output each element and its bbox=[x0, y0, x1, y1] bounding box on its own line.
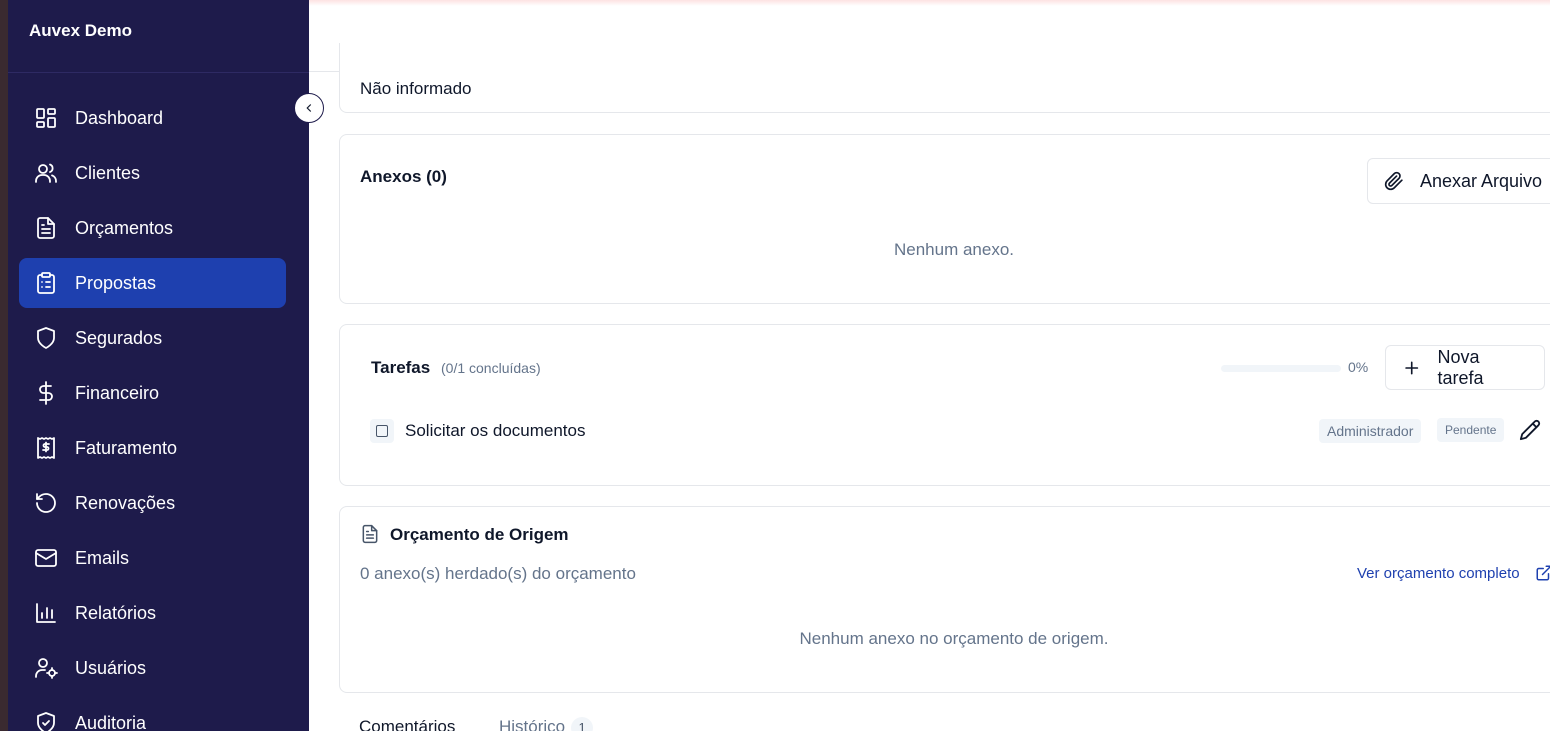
sidebar: Auvex Demo Dashboard Clientes Orçamentos… bbox=[0, 0, 309, 731]
sidebar-item-financeiro[interactable]: Financeiro bbox=[19, 368, 286, 418]
dollar-icon bbox=[34, 381, 58, 405]
sidebar-item-auditoria[interactable]: Auditoria bbox=[19, 698, 286, 731]
sidebar-item-relatorios[interactable]: Relatórios bbox=[19, 588, 286, 638]
sidebar-item-label: Clientes bbox=[75, 162, 141, 183]
new-task-button[interactable]: Nova tarefa bbox=[1385, 345, 1545, 390]
file-text-icon bbox=[360, 524, 380, 544]
sidebar-item-usuarios[interactable]: Usuários bbox=[19, 643, 286, 693]
origin-quote-title: Orçamento de Origem bbox=[390, 525, 569, 544]
shield-icon bbox=[34, 326, 58, 350]
sidebar-item-renovacoes[interactable]: Renovações bbox=[19, 478, 286, 528]
external-link-icon[interactable] bbox=[1535, 564, 1550, 582]
sidebar-item-label: Usuários bbox=[75, 657, 147, 678]
attach-file-label: Anexar Arquivo bbox=[1420, 170, 1543, 191]
sidebar-collapse-button[interactable] bbox=[294, 93, 324, 123]
rotate-ccw-icon bbox=[34, 491, 58, 515]
sidebar-item-orcamentos[interactable]: Orçamentos bbox=[19, 203, 286, 253]
paperclip-icon bbox=[1384, 171, 1403, 191]
tab-comentarios[interactable]: Comentários bbox=[359, 717, 455, 731]
sidebar-item-label: Renovações bbox=[75, 492, 176, 513]
users-icon bbox=[34, 161, 58, 185]
receipt-icon bbox=[34, 436, 58, 460]
dashboard-icon bbox=[34, 106, 58, 130]
sidebar-item-segurados[interactable]: Segurados bbox=[19, 313, 286, 363]
sidebar-item-label: Propostas bbox=[75, 272, 157, 293]
sidebar-item-propostas[interactable]: Propostas bbox=[19, 258, 286, 308]
tasks-count: (0/1 concluídas) bbox=[441, 360, 541, 376]
tasks-progress-label: 0% bbox=[1348, 359, 1369, 375]
main-content: Não informado Anexos (0) Anexar Arquivo … bbox=[309, 43, 1550, 731]
new-task-label: Nova tarefa bbox=[1437, 346, 1484, 388]
clipboard-list-icon bbox=[34, 271, 58, 295]
tasks-title: Tarefas bbox=[371, 358, 431, 377]
historico-count-badge: 1 bbox=[571, 717, 594, 731]
origin-quote-empty-text: Nenhum anexo no orçamento de origem. bbox=[799, 629, 1109, 648]
tasks-card: Tarefas (0/1 concluídas) 0% Nova tarefa … bbox=[339, 324, 1550, 486]
top-bar-accent bbox=[309, 0, 1550, 6]
sidebar-item-faturamento[interactable]: Faturamento bbox=[19, 423, 286, 473]
info-card: Não informado bbox=[339, 43, 1550, 113]
attachments-card: Anexos (0) Anexar Arquivo Nenhum anexo. bbox=[339, 134, 1550, 304]
attachments-title: Anexos (0) bbox=[360, 167, 447, 186]
sidebar-item-label: Auditoria bbox=[75, 712, 147, 731]
view-full-quote-link[interactable]: Ver orçamento completo bbox=[1357, 565, 1520, 582]
user-cog-icon bbox=[34, 656, 58, 680]
sidebar-item-dashboard[interactable]: Dashboard bbox=[19, 93, 286, 143]
brand-name: Auvex Demo bbox=[29, 21, 132, 40]
sidebar-item-label: Dashboard bbox=[75, 107, 164, 128]
mail-icon bbox=[34, 546, 58, 570]
origin-quote-subtitle: 0 anexo(s) herdado(s) do orçamento bbox=[360, 564, 636, 583]
bar-chart-icon bbox=[34, 601, 58, 625]
attach-file-button[interactable]: Anexar Arquivo bbox=[1367, 158, 1550, 204]
sidebar-item-clientes[interactable]: Clientes bbox=[19, 148, 286, 198]
sidebar-item-label: Segurados bbox=[75, 327, 163, 348]
sidebar-item-label: Emails bbox=[75, 547, 130, 568]
sidebar-item-label: Faturamento bbox=[75, 437, 178, 458]
info-value: Não informado bbox=[360, 79, 472, 98]
task-title: Solicitar os documentos bbox=[405, 421, 586, 440]
shield-check-icon bbox=[34, 711, 58, 731]
attachments-empty-text: Nenhum anexo. bbox=[893, 240, 1015, 259]
tab-historico-label: Histórico bbox=[499, 717, 566, 731]
checkbox-square-icon bbox=[376, 425, 388, 437]
sidebar-item-label: Financeiro bbox=[75, 382, 160, 403]
sidebar-item-emails[interactable]: Emails bbox=[19, 533, 286, 583]
tab-historico[interactable]: Histórico 1 bbox=[499, 717, 594, 731]
file-text-icon bbox=[34, 216, 58, 240]
tasks-progress-bar bbox=[1221, 365, 1341, 372]
chevron-left-icon bbox=[306, 104, 312, 112]
sidebar-divider bbox=[8, 72, 309, 73]
pencil-icon bbox=[1519, 419, 1541, 441]
sidebar-item-label: Relatórios bbox=[75, 602, 157, 623]
task-checkbox[interactable] bbox=[370, 419, 394, 443]
edit-task-button[interactable] bbox=[1519, 419, 1541, 441]
plus-icon bbox=[1405, 361, 1419, 374]
task-assignee-badge: Administrador bbox=[1319, 419, 1422, 443]
task-status-badge: Pendente bbox=[1437, 418, 1505, 442]
sidebar-item-label: Orçamentos bbox=[75, 217, 174, 238]
origin-quote-card: Orçamento de Origem 0 anexo(s) herdado(s… bbox=[339, 506, 1550, 693]
